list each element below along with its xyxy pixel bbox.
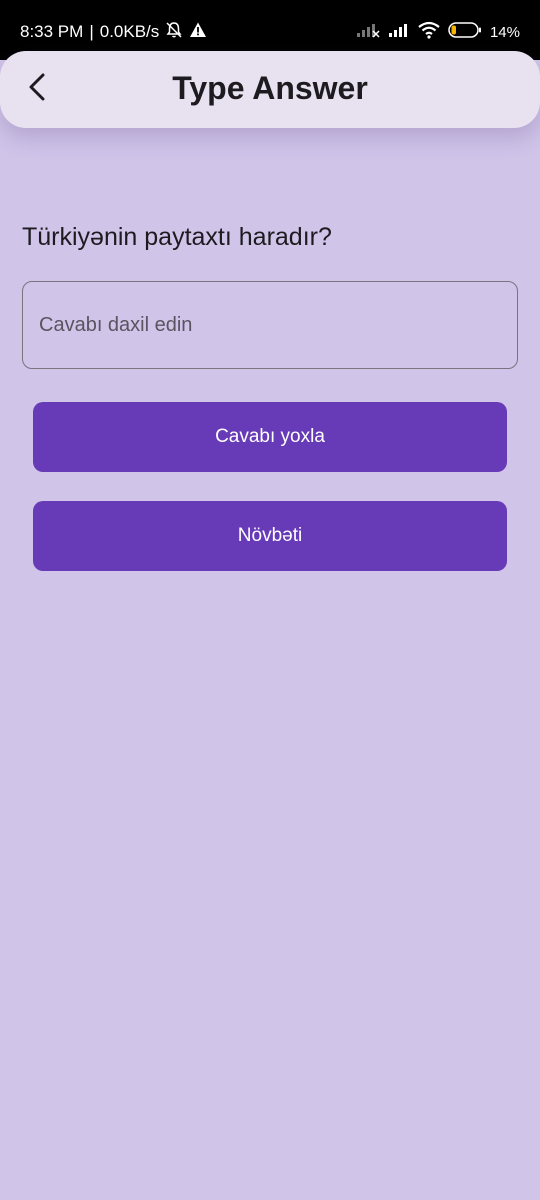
warning-icon	[189, 21, 207, 44]
battery-percent: 14%	[489, 23, 520, 41]
bell-off-icon	[165, 21, 183, 44]
status-separator: |	[89, 22, 94, 41]
status-right: 14%	[356, 21, 520, 43]
signal-icon	[356, 22, 380, 42]
status-time: 8:33 PM	[20, 22, 84, 41]
app-bar: Type Answer	[0, 51, 540, 128]
wifi-icon	[418, 21, 440, 43]
answer-field[interactable]	[22, 281, 518, 369]
next-button[interactable]: Növbəti	[33, 501, 507, 571]
question-text: Türkiyənin paytaxtı haradır?	[22, 223, 332, 251]
signal-icon	[388, 22, 410, 42]
battery-icon	[448, 22, 482, 42]
page-title: Type Answer	[172, 70, 368, 106]
status-left: 8:33 PM | 0.0KB/s	[20, 21, 207, 43]
check-answer-button[interactable]: Cavabı yoxla	[33, 402, 507, 472]
answer-input[interactable]	[39, 282, 499, 368]
network-speed: 0.0KB/s	[99, 22, 160, 41]
